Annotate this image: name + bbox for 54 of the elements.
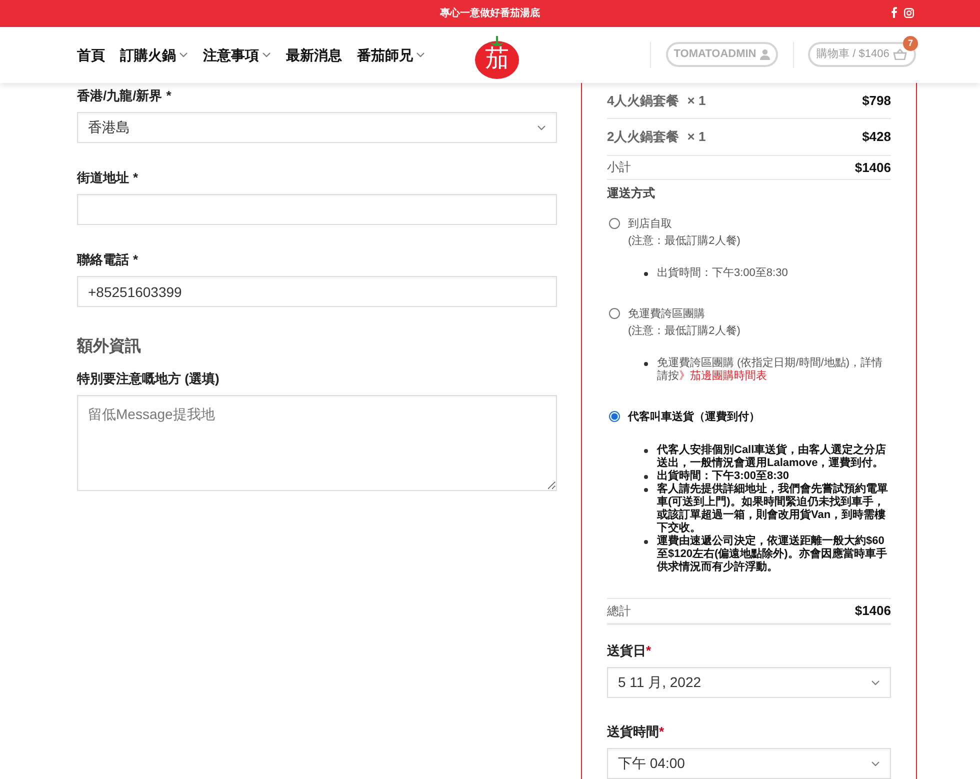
select-field[interactable]: 下午 04:00	[607, 748, 891, 779]
nav-link[interactable]: 最新消息	[286, 44, 342, 66]
nav-link[interactable]: 注意事項	[203, 44, 271, 66]
shipping-detail: 出貨時間：下午3:00至8:30	[657, 267, 789, 280]
field-label: 送貨日*	[607, 642, 652, 660]
shipping-option-title: 免運費誇區團購	[628, 307, 706, 322]
nav-link[interactable]: 首頁	[77, 44, 105, 66]
nav-link[interactable]: 番茄師兄	[357, 44, 425, 66]
instagram-icon[interactable]	[904, 8, 914, 18]
select-field[interactable]: 5 11 月, 2022	[607, 667, 891, 698]
input-field[interactable]	[77, 194, 557, 225]
shipping-detail: 出貨時間：下午3:00至8:30	[657, 470, 790, 482]
notes-textarea[interactable]: 留低Message提我地	[77, 395, 557, 491]
product-price: $428	[862, 128, 891, 146]
total-label: 總計	[607, 602, 631, 620]
shipping-option-note: (注意：最低訂購2人餐)	[628, 324, 742, 339]
shipping-radio[interactable]	[609, 308, 620, 320]
shipping-detail: 運費由速遞公司決定，依運送距離一般大約$60至$120左右(偏遠地點除外)。亦會因應當時車手供求情況而有少許浮動。	[657, 534, 888, 574]
shipping-option-title: 代客叫車送貨（運費到付）	[628, 410, 761, 426]
shipping-label: 運送方式	[607, 185, 656, 202]
shipping-detail: 代客人安排個別Call車送貨，由客人選定之分店送出，一般情況會選用Lalamove，運費到付。	[657, 444, 888, 470]
field-label: 香港/九龍/新界 *	[77, 87, 172, 105]
chevron-down-icon	[871, 680, 880, 686]
shipping-radio[interactable]	[609, 411, 620, 422]
shipping-option-note: (注意：最低訂購2人餐)	[628, 234, 742, 249]
field-label: 街道地址 *	[77, 169, 140, 187]
nav-link[interactable]: 訂購火鍋	[120, 44, 188, 66]
product-price: $798	[862, 92, 891, 110]
total-value: $1406	[854, 602, 891, 620]
subtotal-value: $1406	[854, 158, 891, 177]
field-label: 聯絡電話 *	[77, 251, 140, 269]
chevron-down-icon	[537, 124, 546, 130]
subtotal-label: 小計	[607, 159, 631, 176]
user-icon	[760, 49, 770, 60]
product-name: 2人火鍋套餐 × 1	[607, 128, 706, 146]
shipping-option-title: 到店自取	[628, 216, 673, 232]
facebook-icon[interactable]	[891, 7, 897, 18]
shipping-radio[interactable]	[609, 218, 620, 230]
field-label: 特別要注意嘅地方 (選填)	[77, 370, 220, 388]
announcement-text: 專心一意做好番茄湯底	[440, 6, 540, 21]
field-label: 送貨時間*	[607, 723, 666, 741]
chevron-down-icon	[179, 52, 188, 58]
chevron-down-icon	[262, 52, 271, 58]
chevron-down-icon	[871, 760, 880, 766]
shipping-detail: 客人請先提供詳細地址，我們會先嘗試預約電單車(可送到上門)。如果時間緊迫仍未找到車手，或該訂單超過一箱，則會改用貨Van，到時需樓下交收。	[657, 482, 889, 534]
section-heading: 額外資訊	[77, 336, 142, 357]
schedule-link[interactable]: 》茄邊團購時間表	[679, 370, 767, 382]
chevron-down-icon	[416, 52, 425, 58]
basket-icon	[893, 49, 908, 60]
select-field[interactable]: 香港島	[77, 112, 557, 143]
cart-count-badge: 7	[903, 36, 918, 51]
input-field[interactable]: +85251603399	[77, 276, 557, 307]
product-name: 4人火鍋套餐 × 1	[607, 92, 706, 110]
shipping-detail: 免運費誇區團購 (依指定日期/時間/地點)，詳情請按》茄邊團購時間表	[657, 357, 884, 384]
